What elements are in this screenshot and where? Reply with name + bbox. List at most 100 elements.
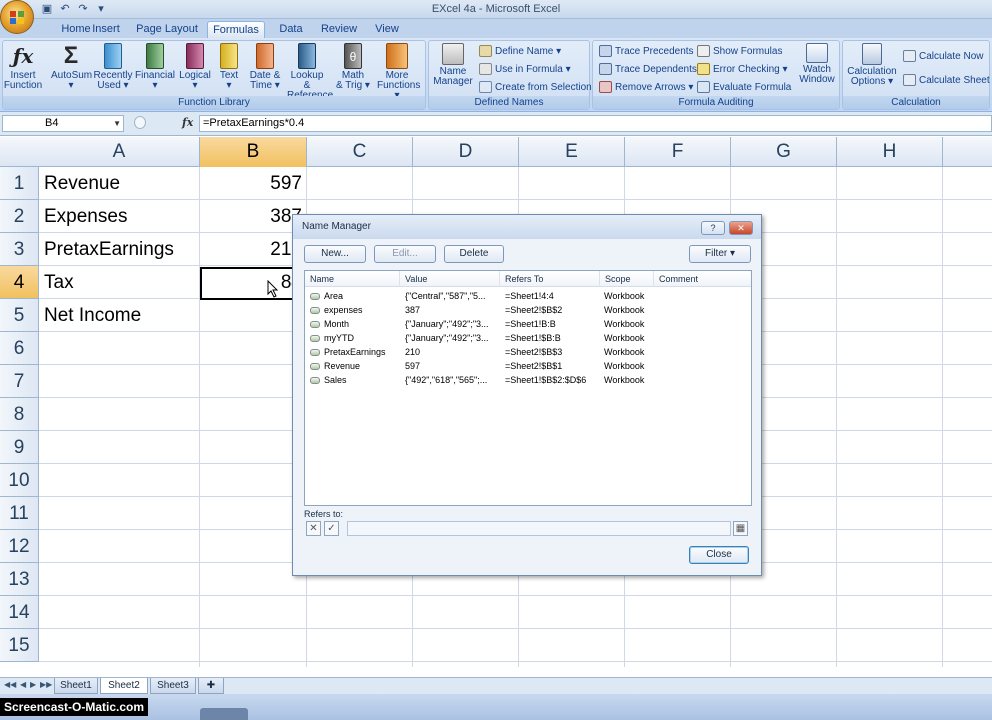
row-header-10[interactable]: 10 bbox=[0, 464, 39, 497]
edit-name-button[interactable]: Edit... bbox=[374, 245, 436, 263]
cell-b1[interactable]: 597 bbox=[200, 167, 307, 200]
list-item[interactable]: myYTD {"January";"492";"3... =Sheet1!$B:… bbox=[305, 331, 751, 345]
use-in-formula-button[interactable]: Use in Formula ▾ bbox=[479, 62, 571, 78]
confirm-edit-icon[interactable]: ✓ bbox=[324, 521, 339, 536]
trace-dependents-button[interactable]: Trace Dependents bbox=[599, 62, 697, 78]
sheet-tab-sheet3[interactable]: Sheet3 bbox=[150, 678, 196, 694]
recently-used-button[interactable]: Recently Used ▾ bbox=[93, 43, 133, 95]
name-manager-button[interactable]: Name Manager bbox=[433, 43, 473, 95]
last-sheet-icon[interactable]: ▶▶ bbox=[40, 680, 52, 689]
math-trig-button[interactable]: θ Math & Trig ▾ bbox=[333, 43, 373, 95]
row-header-3[interactable]: 3 bbox=[0, 233, 39, 266]
column-header-g[interactable]: G bbox=[731, 137, 837, 167]
date-time-button[interactable]: Date & Time ▾ bbox=[245, 43, 285, 95]
first-sheet-icon[interactable]: ◀◀ bbox=[4, 680, 16, 689]
cell-a4[interactable]: Tax bbox=[39, 266, 200, 299]
office-button[interactable] bbox=[0, 0, 34, 34]
tab-page-layout[interactable]: Page Layout bbox=[136, 21, 198, 38]
tab-insert[interactable]: Insert bbox=[86, 21, 126, 38]
cell-a5[interactable]: Net Income bbox=[39, 299, 200, 332]
show-formulas-button[interactable]: Show Formulas bbox=[697, 44, 782, 60]
more-functions-button[interactable]: More Functions ▾ bbox=[377, 43, 420, 101]
name-box[interactable]: B4 ▼ bbox=[2, 115, 124, 132]
name-box-dropdown-icon[interactable]: ▼ bbox=[113, 116, 121, 131]
header-comment[interactable]: Comment bbox=[654, 271, 751, 287]
insert-sheet-icon[interactable]: ✚ bbox=[198, 678, 224, 694]
cell-a2[interactable]: Expenses bbox=[39, 200, 200, 233]
tab-formulas[interactable]: Formulas bbox=[207, 21, 265, 38]
column-header-d[interactable]: D bbox=[413, 137, 519, 167]
calculate-sheet-button[interactable]: Calculate Sheet bbox=[903, 73, 990, 89]
header-value[interactable]: Value bbox=[400, 271, 500, 287]
row-header-14[interactable]: 14 bbox=[0, 596, 39, 629]
refers-to-input[interactable] bbox=[347, 521, 731, 536]
lookup-reference-button[interactable]: Lookup & Reference ▾ bbox=[287, 43, 333, 111]
row-header-1[interactable]: 1 bbox=[0, 167, 39, 200]
cancel-edit-icon[interactable]: ✕ bbox=[306, 521, 321, 536]
create-from-selection-button[interactable]: Create from Selection bbox=[479, 80, 592, 96]
column-header-e[interactable]: E bbox=[519, 137, 625, 167]
evaluate-formula-button[interactable]: Evaluate Formula bbox=[697, 80, 791, 96]
text-button[interactable]: Text ▾ bbox=[209, 43, 249, 95]
list-item[interactable]: Month {"January";"492";"3... =Sheet1!B:B… bbox=[305, 317, 751, 331]
row-header-5[interactable]: 5 bbox=[0, 299, 39, 332]
insert-function-button[interactable]: ƒx Insert Function bbox=[3, 43, 43, 95]
column-header-b[interactable]: B bbox=[200, 137, 307, 167]
list-item[interactable]: expenses 387 =Sheet2!$B$2 Workbook bbox=[305, 303, 751, 317]
autosum-button[interactable]: Σ AutoSum ▾ bbox=[51, 43, 92, 95]
delete-name-button[interactable]: Delete bbox=[444, 245, 504, 263]
row-header-13[interactable]: 13 bbox=[0, 563, 39, 596]
tab-data[interactable]: Data bbox=[274, 21, 308, 38]
tab-review[interactable]: Review bbox=[318, 21, 360, 38]
collapse-dialog-icon[interactable]: ▦ bbox=[733, 521, 748, 536]
column-header-a[interactable]: A bbox=[39, 137, 200, 167]
row-header-8[interactable]: 8 bbox=[0, 398, 39, 431]
row-header-9[interactable]: 9 bbox=[0, 431, 39, 464]
calculation-options-button[interactable]: Calculation Options ▾ bbox=[847, 43, 897, 95]
define-name-button[interactable]: Define Name ▾ bbox=[479, 44, 561, 60]
sheet-tab-sheet1[interactable]: Sheet1 bbox=[54, 678, 98, 694]
next-sheet-icon[interactable]: ▶ bbox=[30, 680, 36, 689]
prev-sheet-icon[interactable]: ◀ bbox=[20, 680, 26, 689]
names-list[interactable]: Name Value Refers To Scope Comment Area … bbox=[304, 270, 752, 506]
list-item[interactable]: Area {"Central","587","5... =Sheet1!4:4 … bbox=[305, 289, 751, 303]
row-header-15[interactable]: 15 bbox=[0, 629, 39, 662]
close-button[interactable]: Close bbox=[689, 546, 749, 564]
formula-input[interactable]: =PretaxEarnings*0.4 bbox=[199, 115, 992, 132]
financial-button[interactable]: Financial ▾ bbox=[135, 43, 175, 95]
calculate-now-button[interactable]: Calculate Now bbox=[903, 49, 983, 65]
row-header-11[interactable]: 11 bbox=[0, 497, 39, 530]
row-header-4[interactable]: 4 bbox=[0, 266, 39, 299]
row-header-12[interactable]: 12 bbox=[0, 530, 39, 563]
header-scope[interactable]: Scope bbox=[600, 271, 654, 287]
row-header-2[interactable]: 2 bbox=[0, 200, 39, 233]
header-name[interactable]: Name bbox=[305, 271, 400, 287]
new-name-button[interactable]: New... bbox=[304, 245, 366, 263]
list-item[interactable]: Revenue 597 =Sheet2!$B$1 Workbook bbox=[305, 359, 751, 373]
filter-button[interactable]: Filter ▾ bbox=[689, 245, 751, 263]
row-header-7[interactable]: 7 bbox=[0, 365, 39, 398]
dialog-close-button[interactable]: ✕ bbox=[729, 221, 753, 235]
dialog-help-button[interactable]: ? bbox=[701, 221, 725, 235]
column-header-h[interactable]: H bbox=[837, 137, 943, 167]
cell-a3[interactable]: PretaxEarnings bbox=[39, 233, 200, 266]
column-header-i[interactable] bbox=[943, 137, 992, 167]
list-item[interactable]: PretaxEarnings 210 =Sheet2!$B$3 Workbook bbox=[305, 345, 751, 359]
column-header-c[interactable]: C bbox=[307, 137, 413, 167]
cell-b2[interactable]: 387 bbox=[200, 200, 307, 233]
expand-formula-icon[interactable] bbox=[134, 116, 146, 129]
header-refers-to[interactable]: Refers To bbox=[500, 271, 600, 287]
cell-a1[interactable]: Revenue bbox=[39, 167, 200, 200]
list-item[interactable]: Sales {"492","618","565";... =Sheet1!$B$… bbox=[305, 373, 751, 387]
insert-function-icon[interactable]: fx bbox=[182, 116, 193, 129]
error-checking-button[interactable]: Error Checking ▾ bbox=[697, 62, 788, 78]
row-header-6[interactable]: 6 bbox=[0, 332, 39, 365]
tab-view[interactable]: View bbox=[368, 21, 406, 38]
taskbar-item[interactable] bbox=[200, 708, 248, 720]
remove-arrows-button[interactable]: Remove Arrows ▾ bbox=[599, 80, 693, 96]
sheet-tab-sheet2[interactable]: Sheet2 bbox=[100, 678, 148, 694]
watch-window-button[interactable]: Watch Window bbox=[797, 43, 837, 95]
trace-precedents-button[interactable]: Trace Precedents bbox=[599, 44, 694, 60]
cell-b3[interactable]: 210 bbox=[200, 233, 307, 266]
column-header-f[interactable]: F bbox=[625, 137, 731, 167]
